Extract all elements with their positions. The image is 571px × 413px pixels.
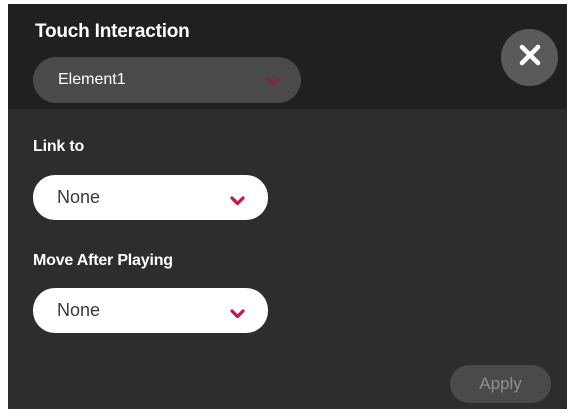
element-select[interactable]: Element1 [33, 57, 301, 103]
apply-button[interactable]: Apply [450, 365, 551, 403]
close-button[interactable] [501, 29, 558, 86]
chevron-down-icon [230, 191, 245, 212]
element-select-value: Element1 [58, 71, 126, 88]
chevron-down-icon [266, 74, 280, 92]
move-after-playing-value: None [57, 300, 101, 320]
touch-interaction-dialog: Touch Interaction Element1 Link to None [8, 4, 567, 409]
dialog-header: Touch Interaction Element1 [8, 4, 567, 109]
link-to-select[interactable]: None [33, 175, 268, 220]
dialog-title: Touch Interaction [35, 21, 190, 42]
link-to-label: Link to [33, 138, 85, 155]
move-after-playing-label: Move After Playing [33, 252, 173, 269]
move-after-playing-select[interactable]: None [33, 288, 268, 333]
link-to-value: None [57, 187, 101, 207]
chevron-down-icon [230, 304, 245, 325]
close-icon [519, 44, 541, 71]
